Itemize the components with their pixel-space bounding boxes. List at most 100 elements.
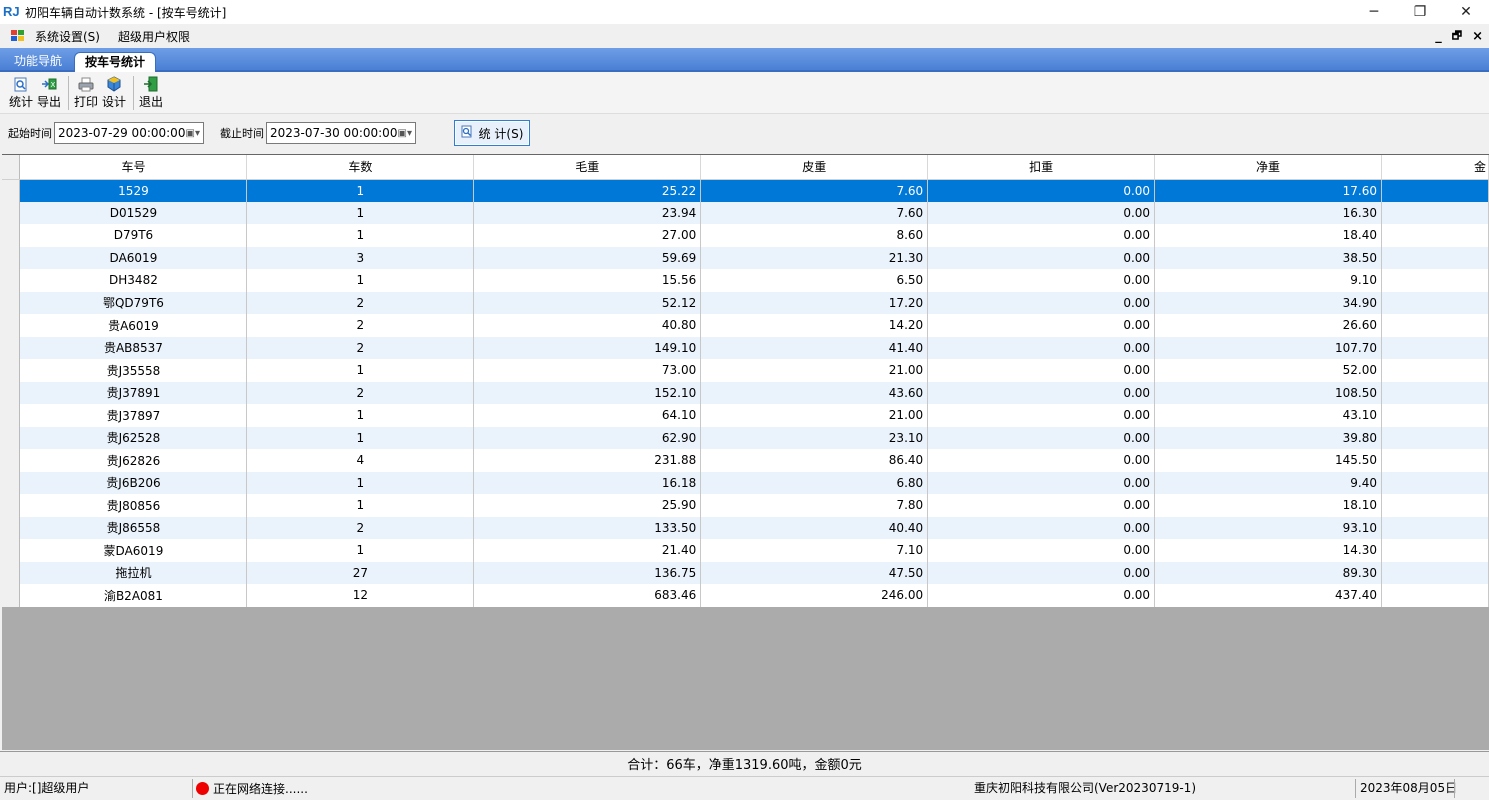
table-cell[interactable]: 7.60: [700, 179, 929, 202]
table-row[interactable]: 1529 1 25.22 7.60 0.00 17.60: [2, 179, 1489, 202]
table-cell[interactable]: 41.40: [700, 336, 929, 359]
table-cell[interactable]: [1381, 359, 1489, 382]
table-cell[interactable]: 47.50: [700, 561, 929, 584]
table-cell[interactable]: 0.00: [927, 359, 1156, 382]
row-header[interactable]: [2, 224, 21, 247]
table-cell[interactable]: 0.00: [927, 449, 1156, 472]
table-cell[interactable]: 1: [246, 179, 475, 202]
table-cell[interactable]: 0.00: [927, 224, 1156, 247]
table-cell[interactable]: 0.00: [927, 494, 1156, 517]
table-row[interactable]: 贵J37891 2 152.10 43.60 0.00 108.50: [2, 381, 1489, 404]
table-cell[interactable]: 贵J62528: [19, 426, 248, 449]
table-cell[interactable]: 0.00: [927, 584, 1156, 607]
table-cell[interactable]: [1381, 201, 1489, 224]
table-cell[interactable]: 3: [246, 246, 475, 269]
table-cell[interactable]: 0.00: [927, 291, 1156, 314]
end-time-picker[interactable]: 2023-07-30 00:00:00 ▣▾: [266, 122, 416, 144]
table-cell[interactable]: 2: [246, 314, 475, 337]
table-row[interactable]: D79T6 1 27.00 8.60 0.00 18.40: [2, 224, 1489, 247]
row-header[interactable]: [2, 381, 21, 404]
table-cell[interactable]: 贵A6019: [19, 314, 248, 337]
row-header[interactable]: [2, 449, 21, 472]
table-cell[interactable]: 2: [246, 336, 475, 359]
table-cell[interactable]: 18.40: [1154, 224, 1382, 247]
table-row[interactable]: D01529 1 23.94 7.60 0.00 16.30: [2, 201, 1489, 224]
table-cell[interactable]: 18.10: [1154, 494, 1382, 517]
table-cell[interactable]: [1381, 246, 1489, 269]
table-cell[interactable]: 1: [246, 404, 475, 427]
table-cell[interactable]: DH3482: [19, 269, 248, 292]
table-cell[interactable]: 0.00: [927, 314, 1156, 337]
table-cell[interactable]: 2: [246, 381, 475, 404]
table-cell[interactable]: 16.30: [1154, 201, 1382, 224]
table-cell[interactable]: [1381, 336, 1489, 359]
table-cell[interactable]: 0.00: [927, 426, 1156, 449]
design-tool-button[interactable]: 设计: [101, 76, 127, 110]
table-cell[interactable]: 86.40: [700, 449, 929, 472]
table-cell[interactable]: [1381, 404, 1489, 427]
table-cell[interactable]: 89.30: [1154, 561, 1382, 584]
row-header[interactable]: [2, 539, 21, 562]
export-tool-button[interactable]: X 导出: [36, 76, 62, 110]
table-cell[interactable]: 246.00: [700, 584, 929, 607]
column-header[interactable]: 净重: [1154, 155, 1382, 180]
table-cell[interactable]: 贵J37891: [19, 381, 248, 404]
row-header[interactable]: [2, 404, 21, 427]
table-cell[interactable]: 62.90: [473, 426, 702, 449]
row-header[interactable]: [2, 584, 21, 607]
table-cell[interactable]: [1381, 269, 1489, 292]
table-cell[interactable]: 145.50: [1154, 449, 1382, 472]
table-cell[interactable]: 1: [246, 224, 475, 247]
table-cell[interactable]: 40.80: [473, 314, 702, 337]
tab-function-nav[interactable]: 功能导航: [6, 52, 70, 72]
table-cell[interactable]: 93.10: [1154, 516, 1382, 539]
table-cell[interactable]: 1529: [19, 179, 248, 202]
mdi-restore-button[interactable]: 🗗: [1452, 27, 1462, 46]
table-cell[interactable]: 0.00: [927, 201, 1156, 224]
table-cell[interactable]: 25.90: [473, 494, 702, 517]
table-cell[interactable]: 38.50: [1154, 246, 1382, 269]
table-cell[interactable]: 1: [246, 359, 475, 382]
table-cell[interactable]: [1381, 494, 1489, 517]
table-row[interactable]: 蒙DA6019 1 21.40 7.10 0.00 14.30: [2, 539, 1489, 562]
table-cell[interactable]: 52.12: [473, 291, 702, 314]
table-cell[interactable]: 437.40: [1154, 584, 1382, 607]
table-cell[interactable]: 40.40: [700, 516, 929, 539]
table-cell[interactable]: 27.00: [473, 224, 702, 247]
table-cell[interactable]: 136.75: [473, 561, 702, 584]
table-cell[interactable]: 6.50: [700, 269, 929, 292]
table-cell[interactable]: 231.88: [473, 449, 702, 472]
table-cell[interactable]: 34.90: [1154, 291, 1382, 314]
table-cell[interactable]: 贵J86558: [19, 516, 248, 539]
row-header[interactable]: [2, 314, 21, 337]
table-row[interactable]: 拖拉机 27 136.75 47.50 0.00 89.30: [2, 561, 1489, 584]
table-cell[interactable]: 贵J80856: [19, 494, 248, 517]
table-cell[interactable]: [1381, 516, 1489, 539]
table-cell[interactable]: 23.94: [473, 201, 702, 224]
table-cell[interactable]: 59.69: [473, 246, 702, 269]
table-cell[interactable]: 0.00: [927, 246, 1156, 269]
table-cell[interactable]: 17.20: [700, 291, 929, 314]
table-cell[interactable]: [1381, 224, 1489, 247]
row-header[interactable]: [2, 359, 21, 382]
tab-stat-by-plate[interactable]: 按车号统计: [74, 52, 157, 72]
table-cell[interactable]: [1381, 291, 1489, 314]
column-header[interactable]: 皮重: [700, 155, 929, 180]
row-header[interactable]: [2, 246, 21, 269]
table-cell[interactable]: 64.10: [473, 404, 702, 427]
table-cell[interactable]: 14.20: [700, 314, 929, 337]
calendar-dropdown-icon[interactable]: ▣▾: [398, 128, 412, 139]
table-cell[interactable]: [1381, 584, 1489, 607]
table-cell[interactable]: 0.00: [927, 561, 1156, 584]
table-cell[interactable]: 0.00: [927, 381, 1156, 404]
table-row[interactable]: 贵J6B206 1 16.18 6.80 0.00 9.40: [2, 471, 1489, 494]
stat-tool-button[interactable]: 统计: [8, 76, 34, 110]
row-header[interactable]: [2, 336, 21, 359]
table-cell[interactable]: 21.30: [700, 246, 929, 269]
table-cell[interactable]: 21.00: [700, 359, 929, 382]
minimize-button[interactable]: ─: [1351, 0, 1397, 24]
table-cell[interactable]: 43.10: [1154, 404, 1382, 427]
table-cell[interactable]: 贵J35558: [19, 359, 248, 382]
table-cell[interactable]: 鄂QD79T6: [19, 291, 248, 314]
calendar-dropdown-icon[interactable]: ▣▾: [186, 128, 200, 139]
